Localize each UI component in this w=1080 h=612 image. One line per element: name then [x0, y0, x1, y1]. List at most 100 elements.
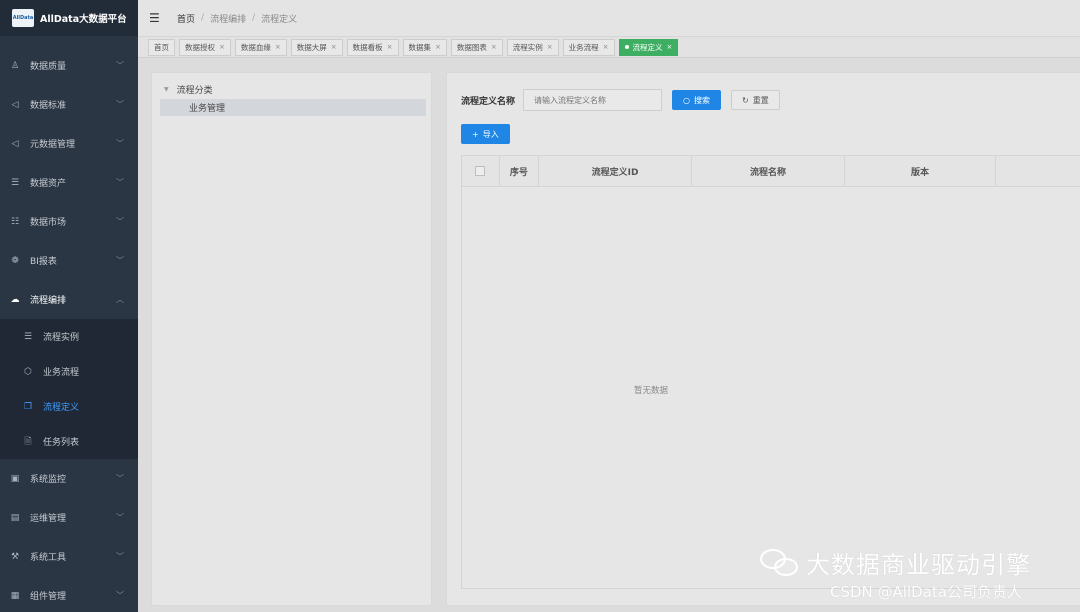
- chevron-up-icon: ︿: [116, 295, 124, 304]
- sidebar-item-data-standard[interactable]: ◁ 数据标准 ﹀: [0, 85, 138, 124]
- tree-node-root[interactable]: ▼ 流程分类: [164, 83, 213, 96]
- terminal-icon: ▤: [10, 512, 20, 523]
- watermark-title: 大数据商业驱动引擎: [806, 551, 1031, 579]
- column-header: 流程名称: [692, 156, 845, 186]
- close-icon[interactable]: ×: [435, 43, 441, 51]
- close-icon[interactable]: ×: [491, 43, 497, 51]
- caret-down-icon[interactable]: ▼: [164, 86, 169, 93]
- tag-data-chart[interactable]: 数据图表 ×: [450, 38, 503, 56]
- tag-label: 数据授权: [185, 42, 215, 52]
- chevron-down-icon: ﹀: [116, 100, 124, 109]
- tree-node-label: 业务管理: [189, 104, 226, 114]
- select-all-cell: [462, 156, 500, 186]
- sidebar-item-business-process[interactable]: ⬡ 业务流程: [0, 354, 138, 389]
- user-icon: ♙: [10, 60, 20, 71]
- app-title: AllData大数据平台: [40, 14, 127, 25]
- tags-view: 首页 数据授权 × 数据血缘 × 数据大屏 × 数据看板 × 数据集 × 数据图表 × 流程…: [138, 36, 1080, 58]
- close-icon[interactable]: ×: [331, 43, 337, 51]
- tree-node-child[interactable]: 业务管理: [160, 99, 426, 116]
- empty-text: 暂无数据: [633, 386, 668, 396]
- logo[interactable]: AllData AllData大数据平台: [0, 0, 138, 36]
- breadcrumb-home[interactable]: 首页: [177, 12, 195, 25]
- tag-label: 数据图表: [456, 42, 487, 52]
- sidebar-item-task-list[interactable]: 🗎 任务列表: [0, 424, 138, 459]
- close-icon[interactable]: ×: [667, 43, 673, 51]
- close-icon[interactable]: ×: [547, 43, 553, 51]
- sidebar-item-label: 系统工具: [30, 553, 67, 563]
- import-button[interactable]: + 导入: [461, 124, 510, 144]
- sidebar-item-label: 数据标准: [30, 101, 67, 111]
- sidebar-item-process-instance[interactable]: ☰ 流程实例: [0, 319, 138, 354]
- sidebar: AllData AllData大数据平台 ♙ 数据质量 ﹀ ◁ 数据标准 ﹀ ◁…: [0, 0, 138, 612]
- tag-process-instance[interactable]: 流程实例 ×: [506, 38, 559, 56]
- tag-business-process[interactable]: 业务流程 ×: [562, 38, 615, 56]
- sidebar-item-bi-report[interactable]: ❁ BI报表 ﹀: [0, 241, 138, 280]
- tag-data-screen[interactable]: 数据大屏 ×: [290, 38, 343, 56]
- tag-process-definition[interactable]: 流程定义 ×: [618, 38, 679, 56]
- chevron-down-icon: ﹀: [116, 591, 124, 600]
- sidebar-item-label: 业务流程: [43, 368, 80, 378]
- tag-home[interactable]: 首页: [148, 38, 175, 56]
- breadcrumb-separator: /: [252, 13, 256, 23]
- sidebar-item-metadata[interactable]: ◁ 元数据管理 ﹀: [0, 124, 138, 163]
- column-header: 版本: [845, 156, 997, 186]
- sidebar-item-process-orchestration[interactable]: ☁ 流程编排 ︿: [0, 280, 138, 319]
- menu-toggle-icon[interactable]: ☰: [149, 11, 163, 25]
- sidebar-item-label: 元数据管理: [30, 140, 76, 150]
- sidebar-item-data-quality[interactable]: ♙ 数据质量 ﹀: [0, 46, 138, 85]
- close-icon[interactable]: ×: [275, 43, 281, 51]
- sidebar-item-label: 系统监控: [30, 475, 67, 485]
- chevron-down-icon: ﹀: [116, 474, 124, 483]
- search-button[interactable]: ○ 搜索: [672, 90, 721, 110]
- sidebar-item-system-monitor[interactable]: ▣ 系统监控 ﹀: [0, 459, 138, 498]
- document-icon: 🗎: [24, 436, 32, 447]
- search-form: 流程定义名称 ○ 搜索 ↻ 重置: [461, 89, 780, 111]
- submenu-process-orchestration: ☰ 流程实例 ⬡ 业务流程 ❐ 流程定义 🗎 任务列表: [0, 319, 138, 459]
- watermark-subtitle: CSDN @AllData公司负责人: [830, 583, 1022, 601]
- tag-dataset[interactable]: 数据集 ×: [402, 38, 447, 56]
- process-name-input[interactable]: [523, 89, 663, 111]
- process-definition-panel: 流程定义名称 ○ 搜索 ↻ 重置 + 导入 序号 流程定义ID 流程名称 版本 …: [446, 72, 1080, 606]
- tag-data-board[interactable]: 数据看板 ×: [346, 38, 399, 56]
- tag-data-auth[interactable]: 数据授权 ×: [179, 38, 231, 56]
- chevron-down-icon: ﹀: [116, 256, 124, 265]
- tag-data-lineage[interactable]: 数据血缘 ×: [234, 38, 287, 56]
- sidebar-item-label: 数据资产: [30, 179, 67, 189]
- sidebar-item-data-market[interactable]: ☷ 数据市场 ﹀: [0, 202, 138, 241]
- list-icon: ☰: [10, 177, 20, 188]
- close-icon[interactable]: ×: [219, 43, 225, 51]
- reset-button[interactable]: ↻ 重置: [731, 90, 780, 110]
- breadcrumb-separator: /: [201, 13, 205, 23]
- sidebar-item-data-assets[interactable]: ☰ 数据资产 ﹀: [0, 163, 138, 202]
- plus-icon: +: [472, 129, 479, 139]
- layers-icon: ❐: [23, 401, 33, 412]
- tag-label: 业务流程: [568, 42, 599, 52]
- breadcrumb: 首页 / 流程编排 / 流程定义: [177, 12, 297, 25]
- button-label: 重置: [752, 95, 769, 105]
- search-label: 流程定义名称: [461, 96, 516, 107]
- sidebar-item-system-tools[interactable]: ⚒ 系统工具 ﹀: [0, 537, 138, 576]
- refresh-icon: ↻: [742, 95, 749, 105]
- top-header: ☰ 首页 / 流程编排 / 流程定义: [138, 0, 1080, 36]
- send-icon: ◁: [11, 99, 19, 110]
- chevron-down-icon: ﹀: [116, 552, 124, 561]
- tag-label: 数据集: [408, 42, 432, 52]
- cube-icon: ⬡: [24, 366, 32, 377]
- close-icon[interactable]: ×: [387, 43, 393, 51]
- sidebar-item-ops[interactable]: ▤ 运维管理 ﹀: [0, 498, 138, 537]
- column-header: 序号: [500, 156, 539, 186]
- breadcrumb-item: 流程编排: [210, 14, 247, 25]
- tag-label: 数据看板: [352, 42, 383, 52]
- send-icon: ◁: [11, 138, 19, 149]
- column-header: 状态: [996, 156, 1080, 186]
- tag-label: 数据大屏: [296, 42, 327, 52]
- tag-label: 流程定义: [632, 42, 663, 52]
- sidebar-item-components[interactable]: ▦ 组件管理 ﹀: [0, 576, 138, 612]
- sidebar-item-label: 数据质量: [30, 62, 67, 72]
- sidebar-item-label: 数据市场: [30, 218, 67, 228]
- sidebar-item-process-definition[interactable]: ❐ 流程定义: [0, 389, 138, 424]
- close-icon[interactable]: ×: [603, 43, 609, 51]
- sidebar-item-label: 运维管理: [30, 514, 67, 524]
- select-all-checkbox[interactable]: [475, 166, 486, 176]
- search-icon: ○: [683, 95, 690, 105]
